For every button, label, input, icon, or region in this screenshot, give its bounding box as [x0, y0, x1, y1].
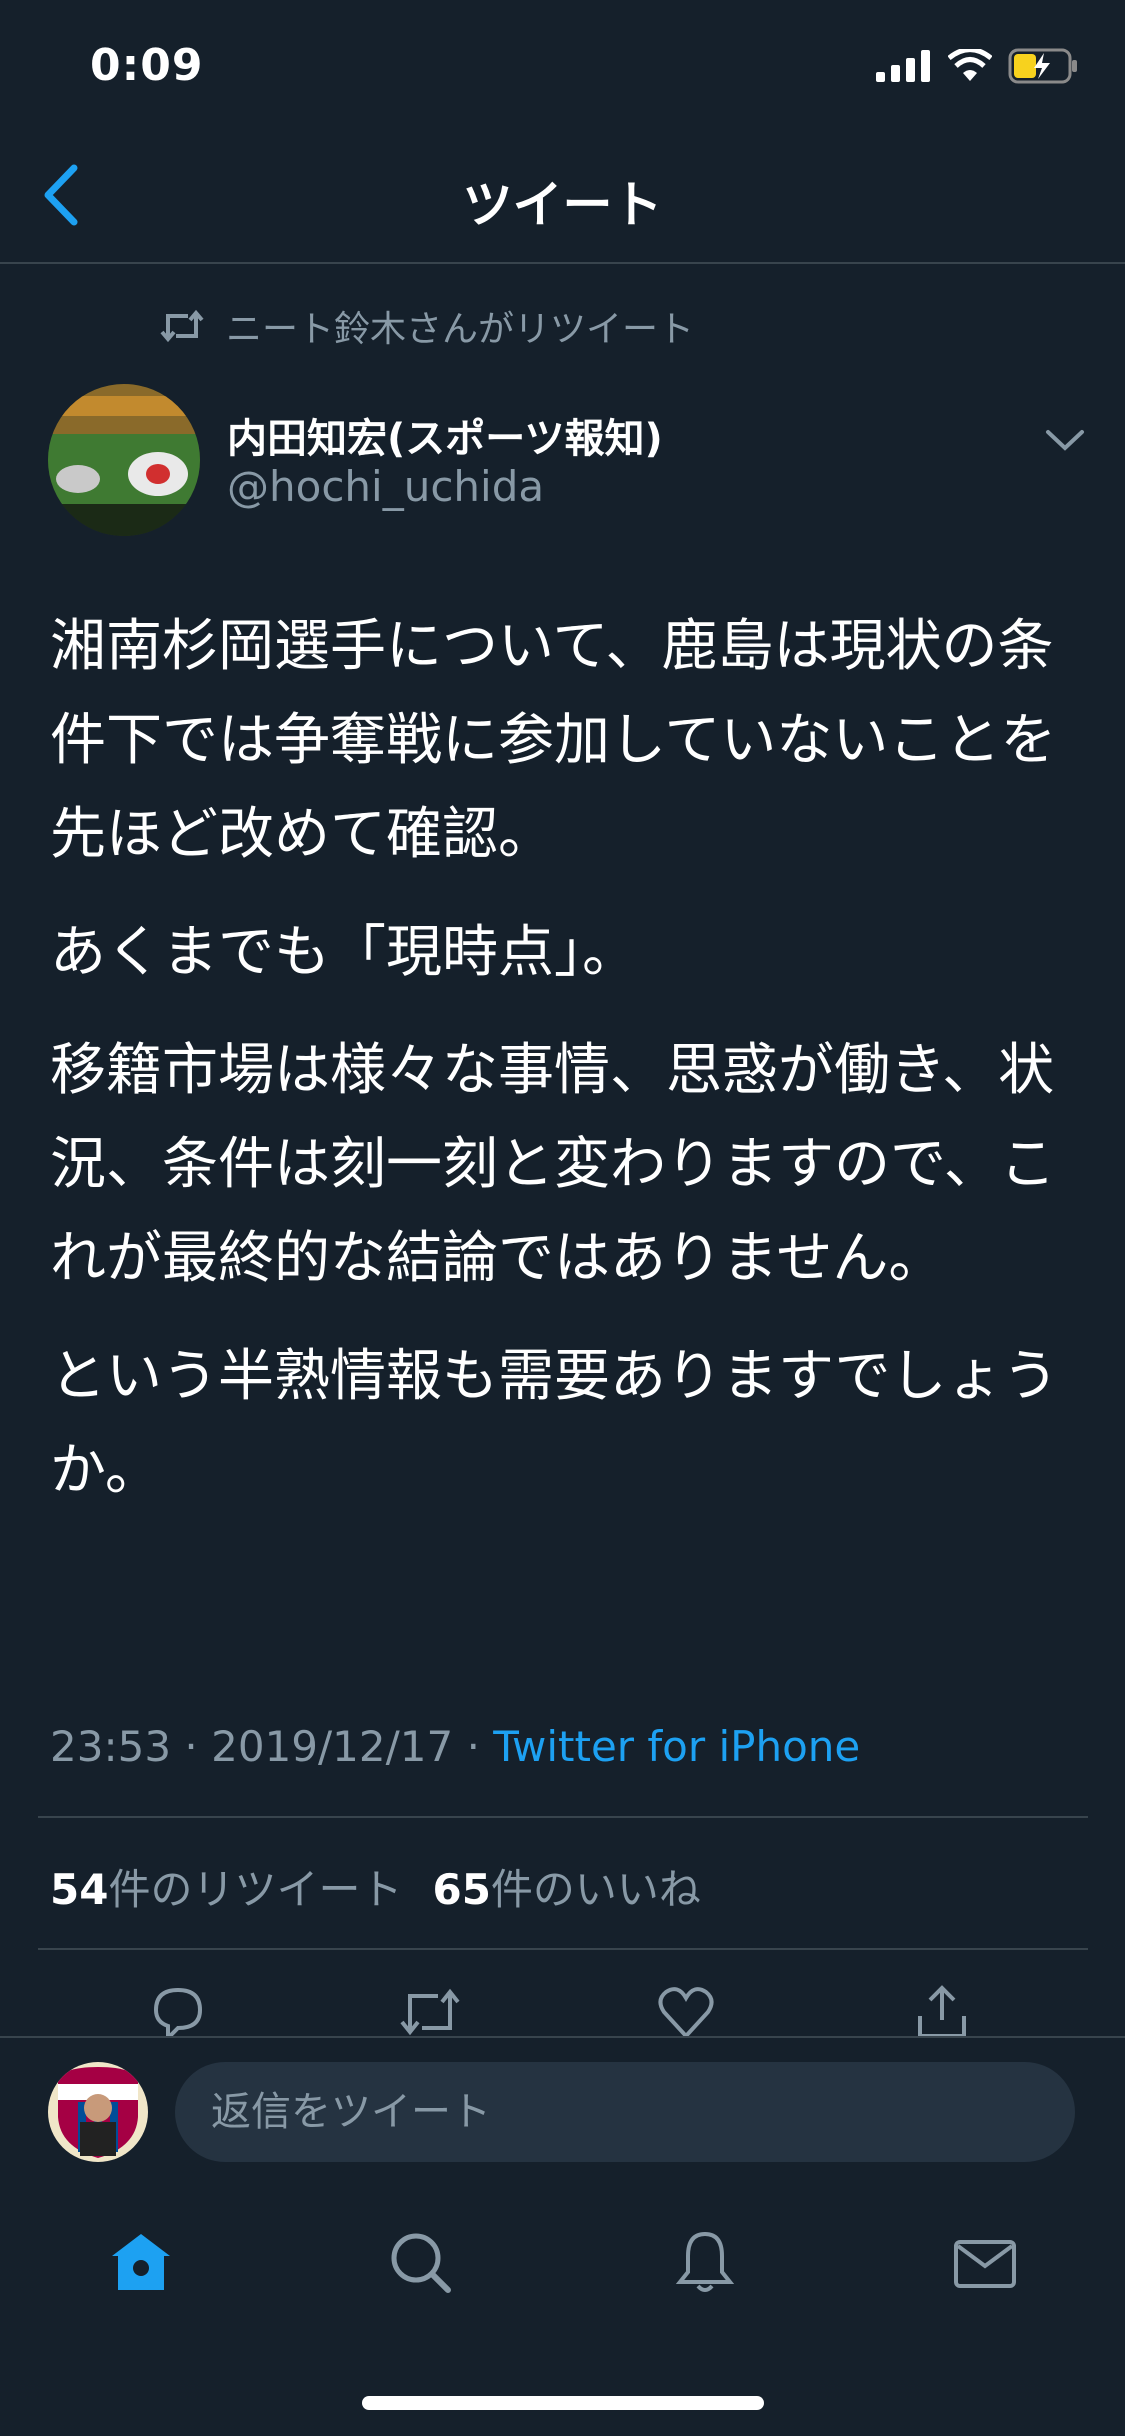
chevron-down-icon[interactable] — [1040, 420, 1090, 460]
share-icon[interactable] — [910, 1980, 974, 2044]
meta-separator: · — [184, 1722, 198, 1771]
retweet-context-label: ニート鈴木さんがリツイート — [226, 309, 695, 350]
tweet-paragraph: 移籍市場は様々な事情、思惑が働き、状況、条件は刻一刻と変わりますので、これが最終… — [50, 1038, 1056, 1291]
likes-count: 65 — [432, 1865, 491, 1914]
retweet-context[interactable]: ニート鈴木さんがリツイート — [160, 300, 694, 352]
tweet-text: 湘南杉岡選手について、鹿島は現状の条件下では争奪戦に参加していないことを先ほど改… — [50, 600, 1080, 1542]
page-title: ツイート — [462, 176, 663, 234]
tweet-date: 2019/12/17 — [211, 1722, 454, 1771]
tweet-stats: 54件のリツイート 65件のいいね — [50, 1856, 701, 1917]
retweet-action-icon[interactable] — [398, 1980, 462, 2044]
wifi-icon — [948, 49, 992, 81]
mail-icon[interactable] — [950, 2228, 1020, 2298]
retweets-count: 54 — [50, 1865, 109, 1914]
battery-icon — [1008, 48, 1077, 84]
my-avatar[interactable] — [48, 2062, 148, 2162]
tweet-meta: 23:53 · 2019/12/17 · Twitter for iPhone — [50, 1722, 860, 1771]
signal-icon — [876, 50, 930, 82]
author-avatar[interactable] — [48, 384, 200, 536]
bell-icon[interactable] — [670, 2228, 740, 2298]
tweet-source-link[interactable]: Twitter for iPhone — [493, 1722, 860, 1771]
home-icon[interactable] — [106, 2228, 176, 2298]
retweet-icon — [160, 309, 204, 343]
status-time: 0:09 — [90, 40, 204, 91]
status-icons — [876, 48, 1080, 84]
tweet-time: 23:53 — [50, 1722, 172, 1771]
home-indicator — [362, 2396, 764, 2410]
retweets-stat[interactable]: 54件のリツイート — [50, 1856, 402, 1917]
tweet-paragraph: 湘南杉岡選手について、鹿島は現状の条件下では争奪戦に参加していないことを先ほど改… — [50, 614, 1057, 867]
author-name[interactable]: 内田知宏(スポーツ報知) — [227, 406, 663, 464]
stats-divider — [38, 1948, 1088, 1950]
tweet-actions — [0, 1980, 1125, 2043]
header-divider — [0, 262, 1125, 264]
meta-divider — [38, 1816, 1088, 1818]
tweet-paragraph: という半熟情報も需要ありますでしょうか。 — [50, 1344, 1059, 1503]
reply-input[interactable]: 返信をツイート — [175, 2062, 1075, 2162]
reply-icon[interactable] — [146, 1980, 210, 2044]
retweets-label: 件のリツイート — [108, 1865, 403, 1914]
author-handle[interactable]: @hochi_uchida — [227, 462, 544, 511]
tweet-paragraph: あくまでも「現時点」。 — [50, 920, 638, 985]
search-icon[interactable] — [386, 2228, 456, 2298]
likes-stat[interactable]: 65件のいいね — [432, 1856, 700, 1917]
like-icon[interactable] — [654, 1980, 718, 2044]
likes-label: 件のいいね — [490, 1865, 701, 1914]
meta-separator: · — [466, 1722, 480, 1771]
